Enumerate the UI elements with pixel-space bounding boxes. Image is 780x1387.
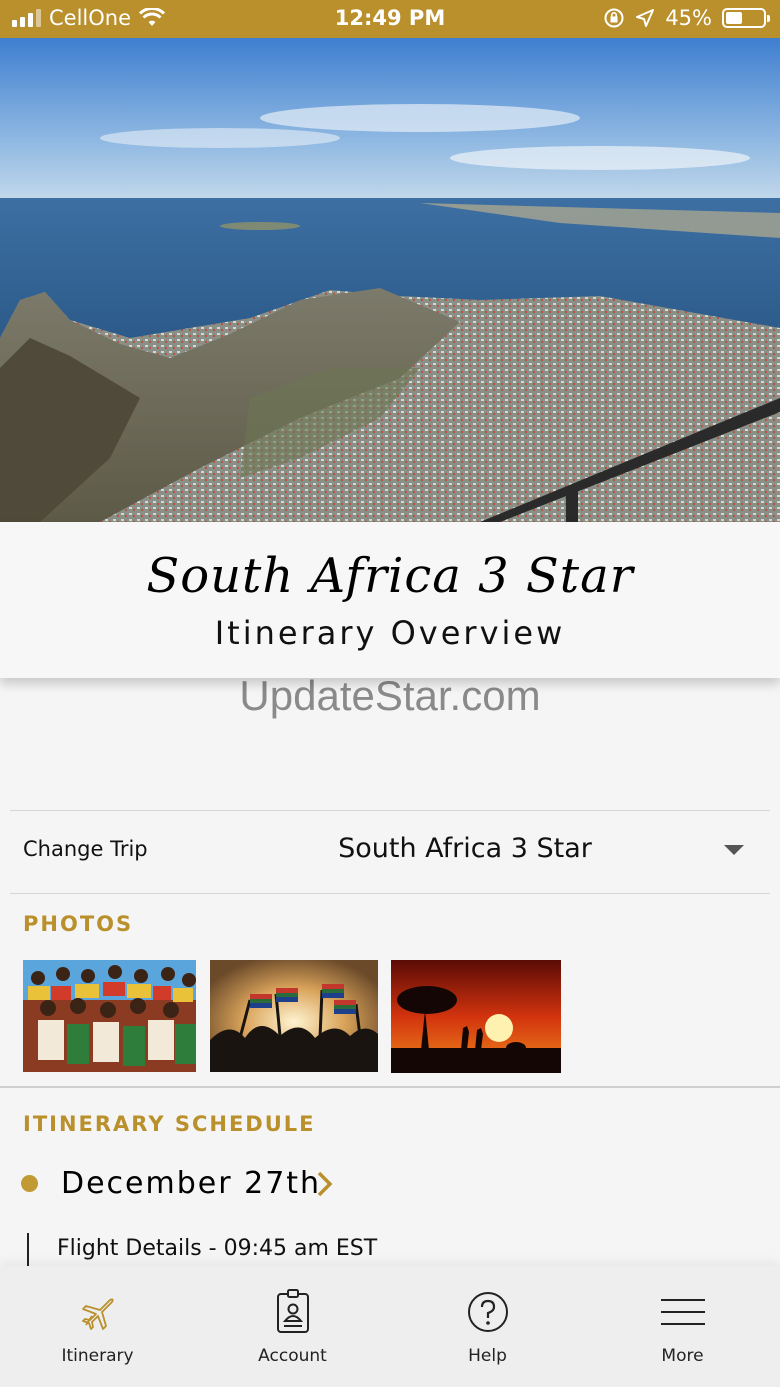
menu-icon bbox=[585, 1288, 780, 1336]
section-divider bbox=[0, 1086, 780, 1088]
status-right: 45% bbox=[603, 6, 770, 30]
tab-bar: Itinerary Account Help More bbox=[0, 1266, 780, 1387]
airplane-icon bbox=[0, 1288, 195, 1336]
change-trip-selector[interactable]: Change Trip South Africa 3 Star bbox=[10, 811, 770, 894]
status-bar: CellOne 12:49 PM 45% bbox=[0, 0, 780, 38]
page-title: Itinerary Overview bbox=[214, 614, 566, 652]
battery-fill bbox=[726, 12, 743, 24]
tab-label: Help bbox=[468, 1346, 507, 1366]
id-badge-icon bbox=[195, 1288, 390, 1336]
photo-flags[interactable] bbox=[210, 960, 378, 1072]
photo-dancers[interactable] bbox=[23, 960, 196, 1072]
tab-itinerary[interactable]: Itinerary bbox=[0, 1266, 195, 1387]
battery-percent: 45% bbox=[665, 6, 712, 30]
change-trip-label: Change Trip bbox=[23, 837, 148, 861]
help-circle-icon bbox=[390, 1288, 585, 1336]
tab-label: More bbox=[661, 1346, 704, 1366]
schedule-heading: ITINERARY SCHEDULE bbox=[23, 1112, 316, 1136]
day-date[interactable]: December 27th bbox=[61, 1166, 321, 1201]
tab-label: Itinerary bbox=[61, 1346, 134, 1366]
timeline-line bbox=[27, 1233, 29, 1267]
watermark: UpdateStar.com bbox=[239, 672, 541, 719]
chevron-right-icon[interactable] bbox=[316, 1170, 334, 1198]
tab-account[interactable]: Account bbox=[195, 1266, 390, 1387]
divider bbox=[10, 893, 770, 894]
schedule-item[interactable]: Flight Details - 09:45 am EST bbox=[0, 1230, 780, 1270]
tab-help[interactable]: Help bbox=[390, 1266, 585, 1387]
orientation-lock-icon bbox=[604, 8, 624, 28]
schedule-day-row[interactable]: December 27th bbox=[0, 1160, 780, 1210]
title-card: South Africa 3 Star Itinerary Overview bbox=[0, 522, 780, 678]
caret-down-icon[interactable] bbox=[724, 845, 744, 855]
hero-image bbox=[0, 38, 780, 522]
flight-details-label[interactable]: Flight Details - 09:45 am EST bbox=[57, 1236, 377, 1261]
trip-select-value[interactable]: South Africa 3 Star bbox=[275, 833, 655, 864]
photo-sunset-safari[interactable] bbox=[391, 960, 561, 1073]
timeline-dot bbox=[21, 1175, 38, 1192]
trip-title: South Africa 3 Star bbox=[146, 548, 634, 604]
battery-icon bbox=[722, 8, 770, 28]
location-arrow-icon bbox=[636, 9, 655, 27]
photos-heading: PHOTOS bbox=[23, 912, 134, 936]
tab-more[interactable]: More bbox=[585, 1266, 780, 1387]
tab-label: Account bbox=[258, 1346, 327, 1366]
